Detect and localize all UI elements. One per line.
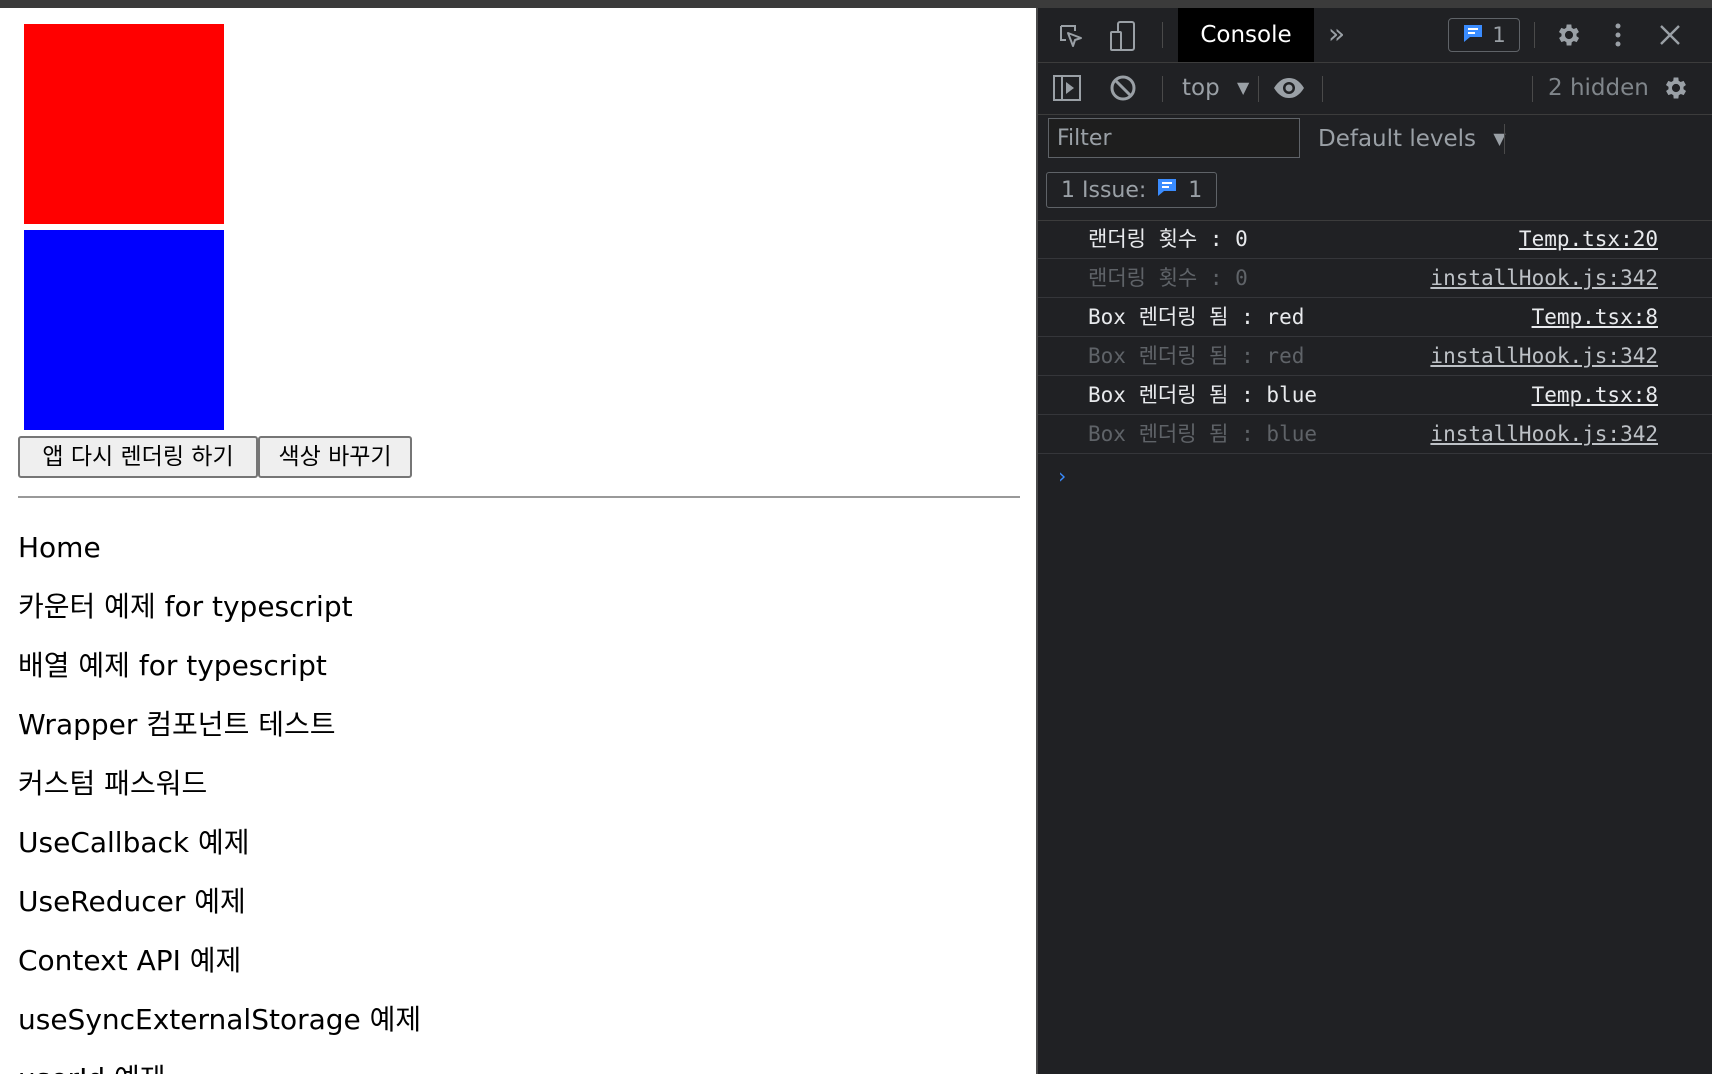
toolbar-divider xyxy=(1504,124,1505,154)
issues-counter-button[interactable]: 1 xyxy=(1448,18,1520,52)
console-log: 랜더링 횟수 : 0 Temp.tsx:20 랜더링 횟수 : 0 instal… xyxy=(1038,220,1712,454)
log-row: Box 렌더링 됨 : blue installHook.js:342 xyxy=(1038,415,1712,454)
nav-link-wrapper[interactable]: Wrapper 컴포넌트 테스트 xyxy=(18,695,421,754)
log-source-link[interactable]: installHook.js:342 xyxy=(1430,415,1658,453)
log-row: Box 렌더링 됨 : blue Temp.tsx:8 xyxy=(1038,376,1712,415)
nav-link-usesyncexternalstorage[interactable]: useSyncExternalStorage 예제 xyxy=(18,990,421,1049)
hidden-messages-count: 2 hidden xyxy=(1548,75,1649,101)
nav-link-custom-password[interactable]: 커스텀 패스워드 xyxy=(18,754,421,813)
toolbar-divider xyxy=(1258,76,1259,102)
log-source-link[interactable]: Temp.tsx:8 xyxy=(1532,298,1658,336)
divider xyxy=(18,496,1020,498)
device-toolbar-icon[interactable] xyxy=(1108,20,1138,52)
filter-input[interactable] xyxy=(1048,118,1300,158)
nav-link-context-api[interactable]: Context API 예제 xyxy=(18,931,421,990)
toolbar-divider xyxy=(1532,76,1533,102)
filter-bar: Default levels ▼ xyxy=(1038,114,1712,164)
context-selector[interactable]: top ▼ xyxy=(1182,62,1249,114)
issues-icon xyxy=(1462,23,1484,48)
nav-link-usereducer[interactable]: UseReducer 예제 xyxy=(18,872,421,931)
toolbar-divider xyxy=(1162,76,1163,102)
devtools-panel: Console » 1 top ▼ 2 hidden Filter Defaul… xyxy=(1036,8,1712,1074)
settings-icon[interactable] xyxy=(1554,20,1584,50)
log-source-link[interactable]: installHook.js:342 xyxy=(1430,337,1658,375)
red-box xyxy=(24,24,224,224)
issues-icon xyxy=(1156,177,1178,203)
more-options-icon[interactable] xyxy=(1608,20,1628,50)
log-source-link[interactable]: Temp.tsx:8 xyxy=(1532,376,1658,414)
issues-button[interactable]: 1 Issue: 1 xyxy=(1046,172,1218,208)
console-settings-icon[interactable] xyxy=(1660,72,1692,104)
context-value: top xyxy=(1182,75,1220,101)
log-message: Box 렌더링 됨 : blue xyxy=(1088,383,1317,407)
log-row: 랜더링 횟수 : 0 installHook.js:342 xyxy=(1038,259,1712,298)
log-levels-label: Default levels xyxy=(1318,126,1477,152)
issues-count: 1 xyxy=(1188,177,1203,203)
rerender-app-button[interactable]: 앱 다시 렌더링 하기 xyxy=(18,436,258,478)
log-message: Box 렌더링 됨 : red xyxy=(1088,344,1305,368)
window-top-strip xyxy=(0,0,1712,8)
nav-list: Home 카운터 예제 for typescript 배열 예제 for typ… xyxy=(18,518,421,1074)
tab-console[interactable]: Console xyxy=(1178,8,1314,62)
chevron-down-icon: ▼ xyxy=(1237,78,1250,97)
issues-count: 1 xyxy=(1492,23,1506,47)
issues-bar: 1 Issue: 1 xyxy=(1038,164,1712,221)
log-message: 랜더링 횟수 : 0 xyxy=(1088,227,1248,251)
console-prompt[interactable]: › xyxy=(1056,464,1068,488)
nav-link-usecallback[interactable]: UseCallback 예제 xyxy=(18,813,421,872)
log-levels-dropdown[interactable]: Default levels ▼ xyxy=(1318,114,1506,164)
inspect-element-icon[interactable] xyxy=(1056,21,1086,51)
nav-link-home[interactable]: Home xyxy=(18,518,421,577)
devtools-tab-bar: Console » 1 xyxy=(1038,8,1712,63)
toolbar-divider xyxy=(1162,22,1163,48)
clear-console-icon[interactable] xyxy=(1108,73,1138,103)
toolbar-divider xyxy=(1322,76,1323,102)
toolbar-divider xyxy=(1534,22,1535,48)
nav-link-userid[interactable]: userId 예제 xyxy=(18,1049,421,1074)
log-source-link[interactable]: Temp.tsx:20 xyxy=(1519,220,1658,258)
blue-box xyxy=(24,230,224,430)
log-row: Box 렌더링 됨 : red Temp.tsx:8 xyxy=(1038,298,1712,337)
live-expression-eye-icon[interactable] xyxy=(1272,73,1306,103)
sidebar-toggle-icon[interactable] xyxy=(1052,73,1082,103)
log-message: 랜더링 횟수 : 0 xyxy=(1088,266,1248,290)
more-tabs-icon[interactable]: » xyxy=(1328,8,1345,62)
issues-label: 1 Issue: xyxy=(1061,177,1147,203)
console-toolbar: top ▼ 2 hidden xyxy=(1038,62,1712,115)
log-message: Box 렌더링 됨 : red xyxy=(1088,305,1305,329)
nav-link-array[interactable]: 배열 예제 for typescript xyxy=(18,636,421,695)
log-row: 랜더링 횟수 : 0 Temp.tsx:20 xyxy=(1038,220,1712,259)
nav-link-counter[interactable]: 카운터 예제 for typescript xyxy=(18,577,421,636)
log-message: Box 렌더링 됨 : blue xyxy=(1088,422,1317,446)
log-source-link[interactable]: installHook.js:342 xyxy=(1430,259,1658,297)
change-color-button[interactable]: 색상 바꾸기 xyxy=(258,436,412,478)
app-page: 앱 다시 렌더링 하기 색상 바꾸기 Home 카운터 예제 for types… xyxy=(0,8,1036,1074)
log-row: Box 렌더링 됨 : red installHook.js:342 xyxy=(1038,337,1712,376)
close-icon[interactable] xyxy=(1656,21,1684,49)
